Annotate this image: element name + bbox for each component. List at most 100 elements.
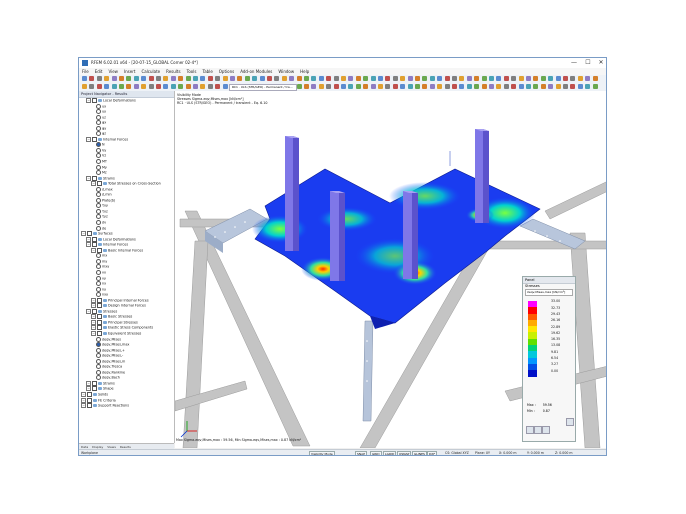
toolbar-button-icon[interactable]	[119, 76, 124, 81]
radio-button-icon[interactable]	[96, 364, 101, 370]
toolbar-button-icon[interactable]	[355, 76, 361, 81]
radio-button-icon[interactable]	[96, 197, 101, 203]
toolbar-button-icon[interactable]	[148, 76, 154, 81]
menu-item-tools[interactable]: Tools	[184, 68, 200, 75]
toolbar-button-icon[interactable]	[141, 84, 147, 89]
toolbar-button-icon[interactable]	[333, 84, 339, 89]
toolbar-button-icon[interactable]	[163, 84, 169, 89]
checkbox-icon[interactable]	[97, 330, 102, 336]
toolbar-button-icon[interactable]	[415, 84, 420, 89]
toolbar-button-icon[interactable]	[185, 84, 191, 89]
toolbar-button-icon[interactable]	[481, 76, 487, 81]
toolbar-button-icon[interactable]	[570, 76, 576, 81]
checkbox-icon[interactable]	[97, 303, 102, 309]
toolbar-button-icon[interactable]	[563, 84, 568, 89]
panel-zoom-button[interactable]	[566, 418, 574, 426]
toolbar-button-icon[interactable]	[193, 76, 198, 81]
toolbar-button-icon[interactable]	[296, 76, 302, 81]
menu-item-insert[interactable]: Insert	[121, 68, 138, 75]
toolbar-button-icon[interactable]	[119, 84, 124, 89]
expand-toggle-icon[interactable]: −	[91, 314, 96, 320]
expand-toggle-icon[interactable]: −	[86, 380, 91, 386]
radio-button-icon[interactable]	[96, 342, 101, 348]
expand-toggle-icon[interactable]: −	[91, 325, 96, 331]
toolbar-button-icon[interactable]	[89, 76, 95, 81]
toolbar-button-icon[interactable]	[348, 84, 354, 89]
checkbox-icon[interactable]	[87, 403, 92, 409]
radio-button-icon[interactable]	[96, 153, 101, 159]
toolbar-button-icon[interactable]	[82, 76, 87, 81]
toolbar-button-icon[interactable]	[156, 84, 161, 89]
radio-button-icon[interactable]	[96, 269, 101, 275]
checkbox-icon[interactable]	[87, 397, 92, 403]
status-button-grid[interactable]: GRID	[370, 451, 382, 455]
toolbar-button-icon[interactable]	[104, 76, 110, 81]
radio-button-icon[interactable]	[96, 214, 101, 220]
toolbar-button-icon[interactable]	[570, 84, 576, 89]
radio-button-icon[interactable]	[96, 286, 101, 292]
toolbar-button-icon[interactable]	[511, 76, 517, 81]
status-button-osnap[interactable]: OSNAP	[397, 451, 412, 455]
checkbox-icon[interactable]	[92, 98, 97, 103]
expand-toggle-icon[interactable]: −	[86, 98, 91, 103]
toolbar-button-icon[interactable]	[548, 76, 554, 81]
menu-item-results[interactable]: Results	[163, 68, 183, 75]
toolbar-button-icon[interactable]	[540, 76, 546, 81]
navigator-item[interactable]: − Support Reactions	[79, 403, 174, 409]
toolbar-button-icon[interactable]	[111, 76, 117, 81]
toolbar-button-icon[interactable]	[385, 76, 391, 81]
menu-item-help[interactable]: Help	[297, 68, 312, 75]
checkbox-icon[interactable]	[87, 391, 92, 397]
toolbar-button-icon[interactable]	[326, 84, 332, 89]
radio-button-icon[interactable]	[96, 292, 101, 298]
toolbar-button-icon[interactable]	[274, 76, 280, 81]
toolbar-button-icon[interactable]	[304, 76, 309, 81]
checkbox-icon[interactable]	[92, 386, 97, 392]
status-button-lgrid[interactable]: LGRID	[383, 451, 397, 455]
menu-item-file[interactable]: File	[79, 68, 92, 75]
checkbox-icon[interactable]	[97, 319, 102, 325]
menu-item-window[interactable]: Window	[275, 68, 297, 75]
checkbox-icon[interactable]	[92, 242, 97, 248]
toolbar-button-icon[interactable]	[577, 84, 583, 89]
toolbar-button-icon[interactable]	[318, 76, 324, 81]
toolbar-button-icon[interactable]	[259, 76, 265, 81]
expand-toggle-icon[interactable]: −	[91, 247, 96, 253]
toolbar-button-icon[interactable]	[318, 84, 324, 89]
radio-button-icon[interactable]	[96, 125, 101, 131]
radio-button-icon[interactable]	[96, 353, 101, 359]
toolbar-button-icon[interactable]	[163, 76, 169, 81]
toolbar-button-icon[interactable]	[333, 76, 339, 81]
expand-toggle-icon[interactable]: −	[86, 236, 91, 242]
toolbar-button-icon[interactable]	[503, 76, 509, 81]
radio-button-icon[interactable]	[96, 142, 101, 148]
toolbar-button-icon[interactable]	[111, 84, 117, 89]
toolbar-button-icon[interactable]	[355, 84, 361, 89]
panel-edit-button[interactable]	[534, 426, 542, 434]
toolbar-button-icon[interactable]	[585, 76, 591, 81]
toolbar-button-icon[interactable]	[592, 84, 598, 89]
radio-button-icon[interactable]	[96, 208, 101, 214]
checkbox-icon[interactable]	[92, 236, 97, 242]
status-button-glines[interactable]: GLINES	[412, 451, 427, 455]
expand-toggle-icon[interactable]: −	[91, 181, 96, 187]
toolbar-button-icon[interactable]	[341, 76, 346, 81]
toolbar-button-icon[interactable]	[540, 84, 546, 89]
toolbar-button-icon[interactable]	[267, 76, 272, 81]
toolbar-button-icon[interactable]	[555, 76, 561, 81]
toolbar-button-icon[interactable]	[563, 76, 568, 81]
expand-toggle-icon[interactable]: −	[81, 231, 86, 237]
toolbar-button-icon[interactable]	[207, 76, 213, 81]
radio-button-icon[interactable]	[96, 358, 101, 364]
checkbox-icon[interactable]	[97, 297, 102, 303]
toolbar-button-icon[interactable]	[126, 84, 132, 89]
toolbar-button-icon[interactable]	[444, 76, 450, 81]
toolbar-button-icon[interactable]	[555, 84, 561, 89]
toolbar-button-icon[interactable]	[452, 84, 457, 89]
toolbar-button-icon[interactable]	[592, 76, 598, 81]
status-button-snap[interactable]: SNAP	[355, 451, 368, 455]
radio-button-icon[interactable]	[96, 159, 101, 165]
toolbar-button-icon[interactable]	[178, 84, 184, 89]
toolbar-button-icon[interactable]	[89, 84, 95, 89]
toolbar-button-icon[interactable]	[148, 84, 154, 89]
